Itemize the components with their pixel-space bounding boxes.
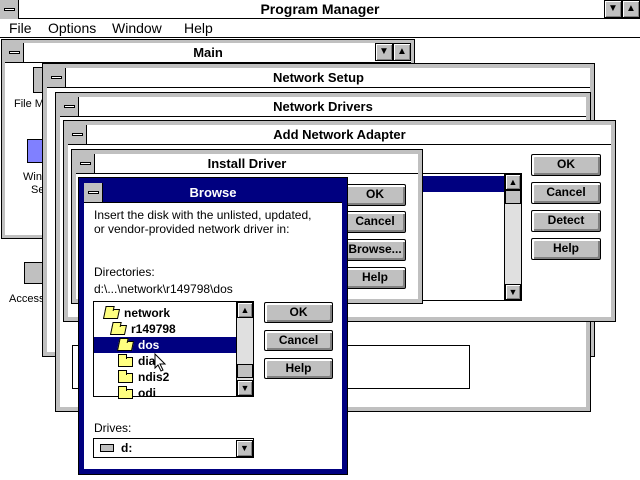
folder-icon xyxy=(118,385,133,399)
add-network-adapter-title: Add Network Adapter xyxy=(273,127,406,142)
menu-window[interactable]: Window xyxy=(112,19,162,37)
browse-system-menu-icon[interactable] xyxy=(84,183,103,202)
directory-scroll-down-button[interactable]: ▼ xyxy=(237,380,253,396)
adapter-help-button[interactable]: Help xyxy=(531,238,601,260)
install-help-button[interactable]: Help xyxy=(344,267,406,289)
browse-cancel-button[interactable]: Cancel xyxy=(264,330,333,351)
minimize-button[interactable]: ▼ xyxy=(604,0,622,18)
adapter-cancel-button[interactable]: Cancel xyxy=(531,182,601,204)
accessories-group-label: Access xyxy=(9,293,45,305)
drive-value: d: xyxy=(121,441,133,455)
install-browse-button[interactable]: Browse... xyxy=(344,239,406,261)
directory-scroll-thumb[interactable] xyxy=(237,364,253,378)
directory-list[interactable]: network r149798 dos dia ndis2 odi ▲ ▼ xyxy=(93,301,254,400)
adapter-list-scrollbar[interactable]: ▲ ▼ xyxy=(504,174,521,300)
maximize-button[interactable]: ▲ xyxy=(622,0,640,18)
install-ok-button[interactable]: OK xyxy=(344,184,406,206)
main-minimize-button[interactable]: ▼ xyxy=(375,43,393,61)
directory-item-odi[interactable]: odi xyxy=(118,385,156,401)
main-group-title: Main xyxy=(193,45,223,60)
current-path: d:\...\network\r149798\dos xyxy=(94,282,233,296)
program-manager-system-menu-icon[interactable] xyxy=(0,0,19,19)
menu-options[interactable]: Options xyxy=(48,19,96,37)
drives-label: Drives: xyxy=(94,421,132,435)
accessories-group-icon[interactable] xyxy=(24,262,44,284)
network-drivers-titlebar: Network Drivers xyxy=(60,97,586,117)
directory-item-r149798[interactable]: r149798 xyxy=(109,321,176,337)
main-group-system-menu-icon[interactable] xyxy=(5,43,24,62)
directory-item-network[interactable]: network xyxy=(102,305,170,321)
add-network-adapter-system-menu-icon[interactable] xyxy=(68,125,87,144)
browse-titlebar: Browse xyxy=(84,183,342,203)
network-setup-system-menu-icon[interactable] xyxy=(47,68,66,87)
network-setup-title: Network Setup xyxy=(272,70,364,85)
main-maximize-button[interactable]: ▲ xyxy=(393,43,411,61)
drives-dropdown-button[interactable]: ▼ xyxy=(236,440,253,457)
browse-instruction-line1: Insert the disk with the unlisted, updat… xyxy=(94,208,312,222)
open-folder-icon xyxy=(109,324,128,335)
drive-icon xyxy=(100,444,114,452)
install-cancel-button[interactable]: Cancel xyxy=(344,211,406,233)
adapter-ok-button[interactable]: OK xyxy=(531,154,601,176)
install-driver-titlebar: Install Driver xyxy=(76,154,418,174)
mouse-pointer-icon xyxy=(154,353,167,372)
directories-label: Directories: xyxy=(94,265,155,279)
browse-title: Browse xyxy=(189,185,237,200)
directory-list-scrollbar[interactable]: ▲ ▼ xyxy=(236,302,253,396)
open-folder-icon xyxy=(116,340,135,351)
browse-instruction-line2: or vendor-provided network driver in: xyxy=(94,222,290,236)
drives-dropdown[interactable]: d: ▼ xyxy=(93,438,254,458)
network-drivers-title: Network Drivers xyxy=(273,99,373,114)
menu-help[interactable]: Help xyxy=(184,19,213,37)
directory-scroll-up-button[interactable]: ▲ xyxy=(237,302,253,318)
install-driver-title: Install Driver xyxy=(207,156,287,171)
program-manager-titlebar: Program Manager ▼ ▲ xyxy=(0,0,640,19)
program-manager-menubar: File Options Window Help xyxy=(0,19,640,38)
browse-ok-button[interactable]: OK xyxy=(264,302,333,323)
directory-item-dos-selected[interactable]: dos xyxy=(94,337,237,353)
browse-help-button[interactable]: Help xyxy=(264,358,333,379)
open-folder-icon xyxy=(102,308,121,319)
adapter-scroll-down-button[interactable]: ▼ xyxy=(505,284,521,300)
menu-file[interactable]: File xyxy=(9,19,32,37)
adapter-detect-button[interactable]: Detect xyxy=(531,210,601,232)
adapter-scroll-up-button[interactable]: ▲ xyxy=(505,174,521,190)
main-group-titlebar: Main ▼ ▲ xyxy=(5,43,411,63)
folder-icon xyxy=(118,353,133,367)
folder-icon xyxy=(118,369,133,383)
add-network-adapter-titlebar: Add Network Adapter xyxy=(68,125,611,145)
directory-item-dia[interactable]: dia xyxy=(118,353,155,369)
browse-dialog: Browse Insert the disk with the unlisted… xyxy=(78,177,348,475)
install-driver-system-menu-icon[interactable] xyxy=(76,154,95,173)
network-drivers-system-menu-icon[interactable] xyxy=(60,97,79,116)
adapter-scroll-thumb[interactable] xyxy=(505,190,521,204)
program-manager-title: Program Manager xyxy=(260,1,380,17)
network-setup-titlebar: Network Setup xyxy=(47,68,590,88)
